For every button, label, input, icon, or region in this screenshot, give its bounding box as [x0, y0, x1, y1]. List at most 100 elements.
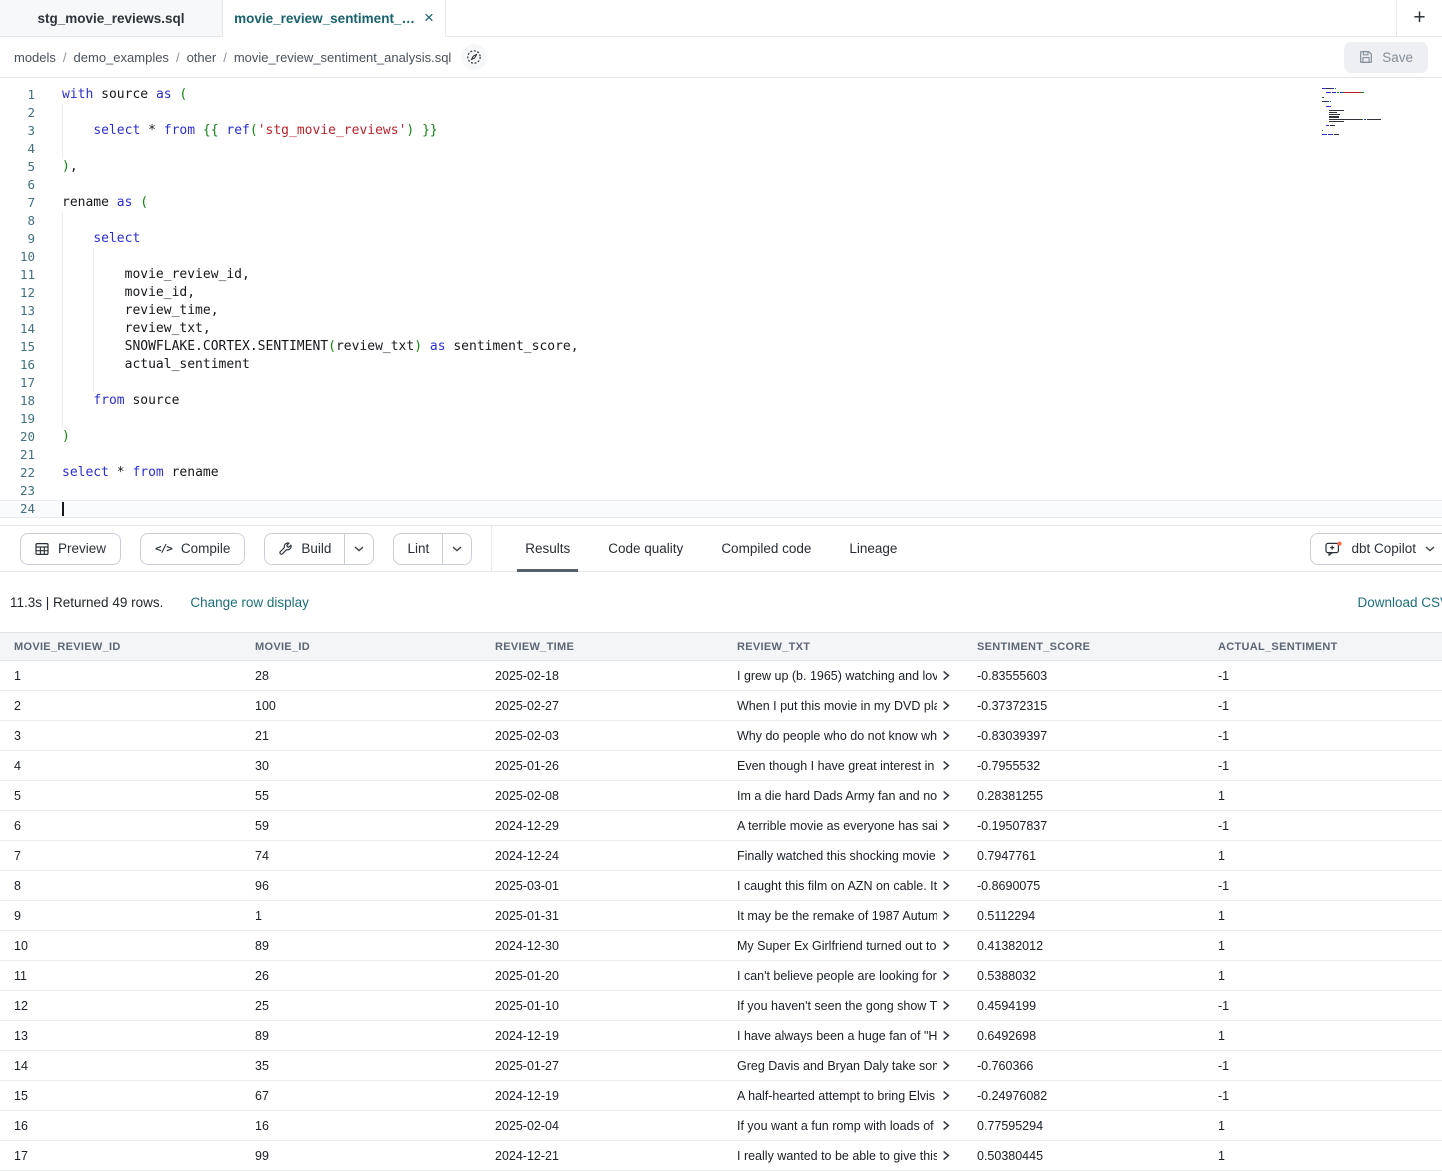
table-cell: 28: [241, 669, 481, 683]
code-line-content: [62, 140, 1442, 158]
expand-row-button[interactable]: [942, 850, 950, 861]
code-line-content: select * from {{ ref('stg_movie_reviews'…: [62, 122, 1442, 140]
table-cell: 1: [0, 669, 241, 683]
file-navigate-button[interactable]: [461, 44, 487, 70]
minimap-line: [1322, 97, 1402, 98]
chevron-right-icon: [942, 940, 950, 951]
indent-guide: [62, 230, 63, 248]
table-cell: 0.4594199: [963, 999, 1204, 1013]
line-number: 20: [0, 428, 35, 446]
review-txt: If you want a fun romp with loads of s…: [737, 1119, 937, 1133]
chevron-right-icon: [942, 1060, 950, 1071]
close-icon[interactable]: ×: [424, 9, 434, 26]
build-button[interactable]: Build: [265, 534, 344, 564]
expand-row-button[interactable]: [942, 1090, 950, 1101]
table-cell: 1: [1204, 1029, 1442, 1043]
lint-dropdown-button[interactable]: [442, 534, 471, 564]
expand-row-button[interactable]: [942, 1030, 950, 1041]
minimap-segment: [1329, 116, 1339, 117]
line-number: 2: [0, 104, 35, 122]
indent-guide: [62, 320, 63, 338]
expand-row-button[interactable]: [942, 730, 950, 741]
minimap-segment: [1329, 112, 1337, 113]
minimap-gap: [1322, 116, 1329, 117]
compile-button[interactable]: </> Compile: [140, 533, 245, 565]
table-cell: 0.7947761: [963, 849, 1204, 863]
table-cell: 8: [0, 879, 241, 893]
table-cell: 2024-12-19: [481, 1089, 723, 1103]
lint-button[interactable]: Lint: [394, 534, 442, 564]
line-number: 1: [0, 86, 35, 104]
new-tab-button[interactable]: +: [1396, 0, 1442, 36]
code-line-content: rename as (: [62, 194, 1442, 212]
expand-row-button[interactable]: [942, 1000, 950, 1011]
tab-code-quality[interactable]: Code quality: [589, 526, 702, 571]
minimap-line: [1322, 121, 1402, 122]
tab-stg-movie-reviews[interactable]: stg_movie_reviews.sql: [0, 0, 223, 37]
chevron-right-icon: [942, 730, 950, 741]
expand-row-button[interactable]: [942, 880, 950, 891]
minimap-line: [1322, 112, 1402, 113]
tab-label: movie_review_sentiment_…: [234, 11, 415, 26]
tab-movie-review-sentiment[interactable]: movie_review_sentiment_… ×: [223, 0, 446, 37]
code-line: 4: [0, 140, 1442, 158]
expand-row-button[interactable]: [942, 1150, 950, 1161]
preview-label: Preview: [58, 541, 106, 556]
minimap-segment: [1367, 119, 1381, 120]
expand-row-button[interactable]: [942, 1120, 950, 1131]
preview-button[interactable]: Preview: [20, 533, 121, 565]
table-cell: -1: [1204, 699, 1442, 713]
review-txt-cell: I can't believe people are looking for a…: [723, 969, 963, 983]
minimap-line: [1322, 116, 1402, 117]
code-editor[interactable]: 1with source as (23 select * from {{ ref…: [0, 78, 1442, 525]
expand-row-button[interactable]: [942, 910, 950, 921]
code-token: [62, 231, 93, 246]
save-button[interactable]: Save: [1344, 42, 1428, 73]
results-table-body: 1282025-02-18I grew up (b. 1965) watchin…: [0, 661, 1442, 1171]
review-txt-cell: It may be the remake of 1987 Autumn'…: [723, 909, 963, 923]
review-txt: Finally watched this shocking movie la…: [737, 849, 937, 863]
table-row: 5552025-02-08Im a die hard Dads Army fan…: [0, 781, 1442, 811]
table-cell: 10: [0, 939, 241, 953]
expand-row-button[interactable]: [942, 760, 950, 771]
minimap-segment: [1335, 88, 1336, 89]
build-dropdown-button[interactable]: [344, 534, 373, 564]
dbt-copilot-button[interactable]: dbt Copilot: [1310, 533, 1442, 565]
table-cell: 30: [241, 759, 481, 773]
expand-row-button[interactable]: [942, 820, 950, 831]
review-txt-cell: If you haven't seen the gong show TV s…: [723, 999, 963, 1013]
result-tabs: ResultsCode qualityCompiled codeLineage: [506, 526, 916, 571]
minimap-line: [1322, 88, 1402, 89]
table-cell: 0.41382012: [963, 939, 1204, 953]
table-cell: 1: [1204, 849, 1442, 863]
code-line: 17: [0, 374, 1442, 392]
indent-guide: [62, 284, 63, 302]
review-txt: My Super Ex Girlfriend turned out to b…: [737, 939, 937, 953]
expand-row-button[interactable]: [942, 790, 950, 801]
editor-tab-bar: stg_movie_reviews.sql movie_review_senti…: [0, 0, 1442, 37]
editor-minimap[interactable]: [1322, 88, 1402, 141]
expand-row-button[interactable]: [942, 940, 950, 951]
breadcrumb-segment: movie_review_sentiment_analysis.sql: [234, 50, 452, 65]
change-row-display-link[interactable]: Change row display: [190, 595, 309, 610]
minimap-line: [1322, 114, 1402, 115]
expand-row-button[interactable]: [942, 700, 950, 711]
indent-guide: [62, 266, 63, 284]
minimap-segment: [1329, 119, 1352, 120]
tab-compiled-code[interactable]: Compiled code: [702, 526, 830, 571]
download-csv-link[interactable]: Download CSV: [1357, 595, 1442, 610]
indent-guide: [93, 248, 94, 266]
table-cell: -1: [1204, 819, 1442, 833]
code-line: 10: [0, 248, 1442, 266]
code-line: 24: [0, 500, 1442, 518]
expand-row-button[interactable]: [942, 1060, 950, 1071]
expand-row-button[interactable]: [942, 670, 950, 681]
line-number: 21: [0, 446, 35, 464]
code-token: with: [62, 87, 93, 102]
expand-row-button[interactable]: [942, 970, 950, 981]
breadcrumb-separator: /: [223, 50, 227, 65]
review-txt: I have always been a huge fan of "Hom…: [737, 1029, 937, 1043]
tab-results[interactable]: Results: [506, 526, 589, 571]
table-cell: 14: [0, 1059, 241, 1073]
tab-lineage[interactable]: Lineage: [830, 526, 916, 571]
